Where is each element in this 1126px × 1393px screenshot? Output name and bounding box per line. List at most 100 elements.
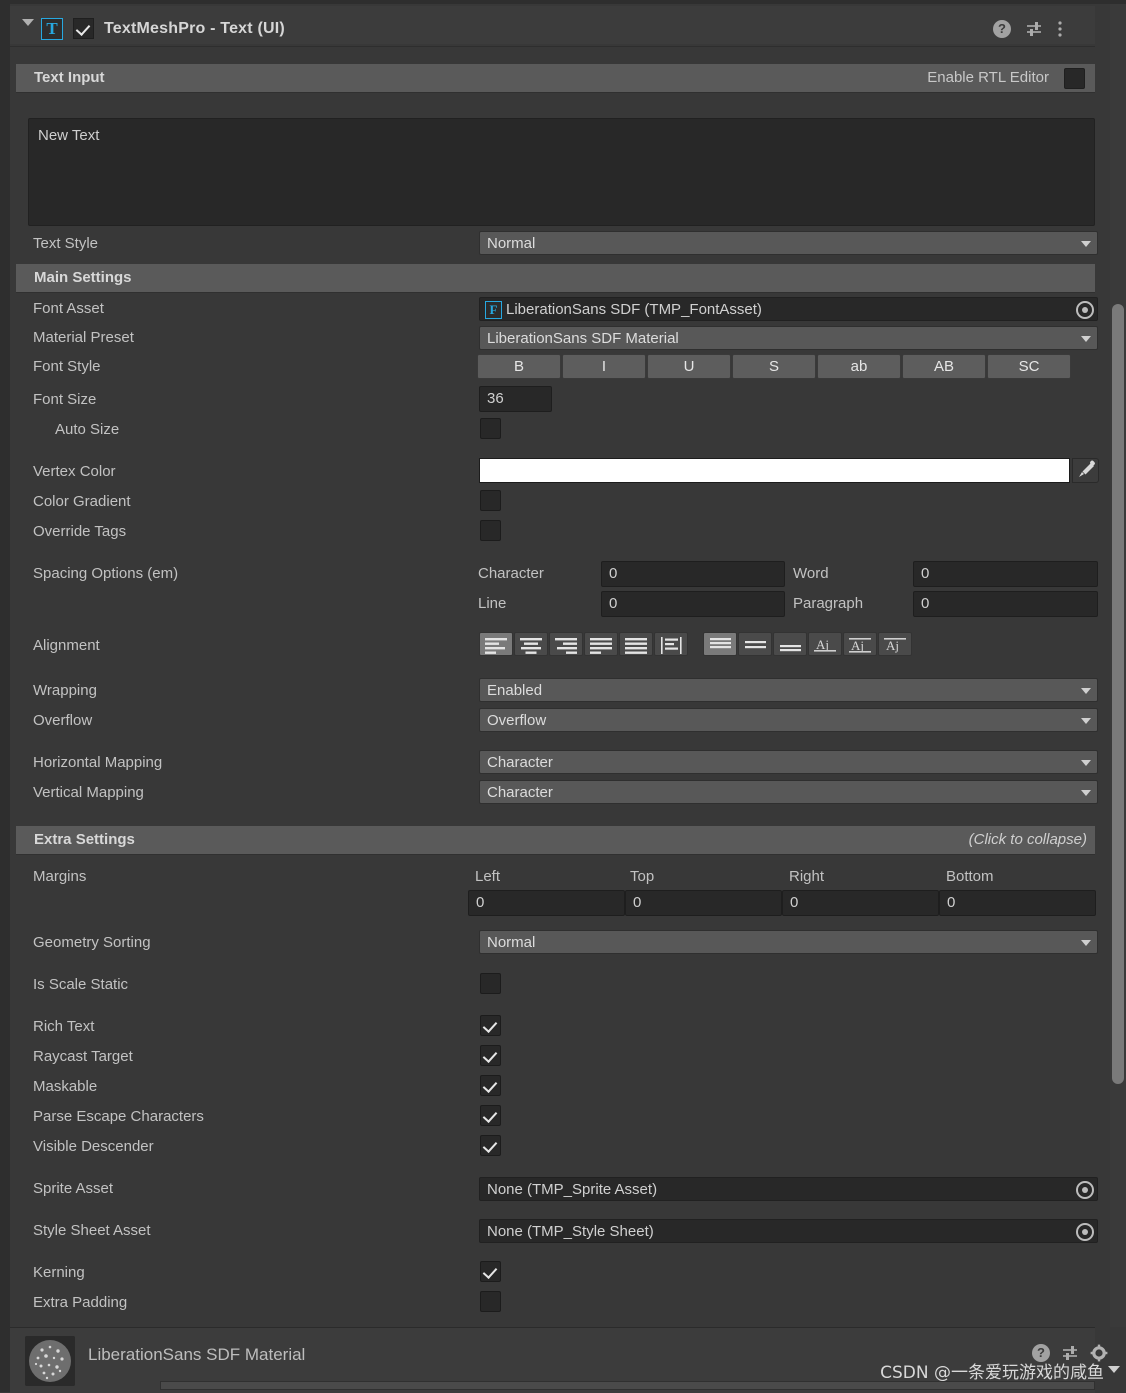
is-scale-static-checkbox[interactable]	[480, 973, 501, 994]
parse-escape-characters-checkbox[interactable]	[480, 1105, 501, 1126]
align-right-button[interactable]	[549, 632, 583, 656]
component-header[interactable]: T TextMeshPro - Text (UI) ?	[10, 6, 1095, 44]
align-geometry-center-button[interactable]	[654, 632, 688, 656]
wrapping-label: Wrapping	[33, 682, 97, 699]
vertical-mapping-value: Character	[487, 784, 553, 801]
margin-right-label: Right	[789, 868, 825, 885]
color-gradient-checkbox[interactable]	[480, 490, 501, 511]
override-tags-checkbox[interactable]	[480, 520, 501, 541]
align-bottom-button[interactable]	[773, 632, 807, 656]
alignment-horizontal-group	[479, 632, 689, 656]
spacing-line-input[interactable]: 0	[601, 591, 785, 617]
font-size-input[interactable]: 36	[479, 386, 552, 412]
font-style-italic-button[interactable]: I	[562, 354, 646, 379]
more-menu-icon[interactable]	[1057, 20, 1075, 38]
material-preset-dropdown[interactable]: LiberationSans SDF Material	[479, 326, 1098, 350]
watermark-caret-icon	[1108, 1366, 1120, 1373]
spacing-line-value: 0	[609, 595, 618, 612]
wrapping-value: Enabled	[487, 682, 543, 699]
align-capline-button[interactable]: Aj	[878, 632, 912, 656]
text-style-dropdown[interactable]: Normal	[479, 231, 1098, 255]
style-sheet-asset-objectfield[interactable]: None (TMP_Style Sheet)	[479, 1219, 1098, 1243]
font-style-smallcaps-button[interactable]: SC	[987, 354, 1071, 379]
inspector-scrollbar-thumb[interactable]	[1112, 304, 1124, 1084]
component-enabled-checkbox[interactable]	[73, 18, 94, 39]
font-style-strikethrough-button[interactable]: S	[732, 354, 816, 379]
margin-right-input[interactable]: 0	[782, 890, 939, 916]
margin-left-input[interactable]: 0	[468, 890, 625, 916]
extra-padding-label: Extra Padding	[33, 1294, 128, 1311]
section-header-extra-settings[interactable]: Extra Settings (Click to collapse)	[16, 826, 1095, 855]
align-flush-button[interactable]	[619, 632, 653, 656]
help-icon[interactable]: ?	[993, 20, 1011, 38]
visible-descender-label: Visible Descender	[33, 1138, 154, 1155]
foldout-arrow-icon[interactable]	[22, 19, 34, 26]
preset-icon[interactable]	[1025, 20, 1043, 38]
wrapping-dropdown[interactable]: Enabled	[479, 678, 1098, 702]
eyedropper-icon[interactable]	[1072, 458, 1099, 483]
material-preview-thumbnail[interactable]	[25, 1336, 75, 1386]
align-left-button[interactable]	[479, 632, 513, 656]
vertex-color-swatch[interactable]	[479, 458, 1070, 483]
inspector-scrollbar-track[interactable]	[1110, 4, 1126, 1327]
spacing-line-label: Line	[478, 595, 507, 612]
override-tags-label: Override Tags	[33, 523, 127, 540]
align-baseline-button[interactable]: Aj	[808, 632, 842, 656]
chevron-down-icon	[1081, 790, 1091, 796]
font-style-lowercase-button[interactable]: ab	[817, 354, 901, 379]
font-asset-picker-icon[interactable]	[1076, 301, 1094, 319]
vertical-mapping-dropdown[interactable]: Character	[479, 780, 1098, 804]
font-asset-badge-icon: F	[485, 301, 502, 319]
margin-left-label: Left	[475, 868, 501, 885]
align-top-button[interactable]	[703, 632, 737, 656]
margin-right-value: 0	[790, 894, 799, 911]
section-header-main-settings[interactable]: Main Settings	[16, 264, 1095, 293]
raycast-target-label: Raycast Target	[33, 1048, 133, 1065]
sprite-asset-objectfield[interactable]: None (TMP_Sprite Asset)	[479, 1177, 1098, 1201]
top-divider	[0, 0, 1126, 4]
text-input-textarea[interactable]: New Text	[28, 118, 1095, 226]
align-justified-button[interactable]	[584, 632, 618, 656]
font-asset-objectfield[interactable]: F LiberationSans SDF (TMP_FontAsset)	[479, 297, 1098, 321]
textmeshpro-icon: T	[41, 18, 63, 40]
align-center-button[interactable]	[514, 632, 548, 656]
horizontal-mapping-dropdown[interactable]: Character	[479, 750, 1098, 774]
parse-escape-characters-label: Parse Escape Characters	[33, 1108, 204, 1125]
font-style-underline-button[interactable]: U	[647, 354, 731, 379]
section-header-text-input[interactable]: Text Input Enable RTL Editor	[16, 64, 1095, 93]
visible-descender-checkbox[interactable]	[480, 1135, 501, 1156]
auto-size-checkbox[interactable]	[480, 418, 501, 439]
sprite-asset-picker-icon[interactable]	[1076, 1181, 1094, 1199]
kerning-checkbox[interactable]	[480, 1261, 501, 1282]
margin-bottom-input[interactable]: 0	[939, 890, 1096, 916]
material-footer-title: LiberationSans SDF Material	[88, 1345, 306, 1364]
font-style-uppercase-button[interactable]: AB	[902, 354, 986, 379]
overflow-dropdown[interactable]: Overflow	[479, 708, 1098, 732]
style-sheet-asset-picker-icon[interactable]	[1076, 1223, 1094, 1241]
spacing-paragraph-input[interactable]: 0	[913, 591, 1098, 617]
style-sheet-asset-value: None (TMP_Style Sheet)	[487, 1223, 654, 1240]
geometry-sorting-dropdown[interactable]: Normal	[479, 930, 1098, 954]
section-title-text-input: Text Input	[34, 69, 105, 86]
text-style-label: Text Style	[33, 235, 99, 252]
extra-padding-checkbox[interactable]	[480, 1291, 501, 1312]
enable-rtl-checkbox[interactable]	[1064, 68, 1085, 89]
font-style-bold-button[interactable]: B	[477, 354, 561, 379]
raycast-target-checkbox[interactable]	[480, 1045, 501, 1066]
style-sheet-asset-label: Style Sheet Asset	[33, 1222, 151, 1239]
align-midline-button[interactable]: Aj	[843, 632, 877, 656]
vertex-color-label: Vertex Color	[33, 463, 116, 480]
color-gradient-label: Color Gradient	[33, 493, 131, 510]
margin-top-input[interactable]: 0	[625, 890, 782, 916]
svg-text:Aj: Aj	[886, 638, 899, 653]
text-input-value: New Text	[38, 127, 100, 144]
font-asset-label: Font Asset	[33, 300, 104, 317]
geometry-sorting-value: Normal	[487, 934, 536, 951]
spacing-character-input[interactable]: 0	[601, 561, 785, 587]
align-middle-button[interactable]	[738, 632, 772, 656]
rich-text-checkbox[interactable]	[480, 1015, 501, 1036]
svg-text:Aj: Aj	[816, 637, 829, 652]
spacing-word-input[interactable]: 0	[913, 561, 1098, 587]
material-preset-value: LiberationSans SDF Material	[487, 330, 679, 347]
maskable-checkbox[interactable]	[480, 1075, 501, 1096]
